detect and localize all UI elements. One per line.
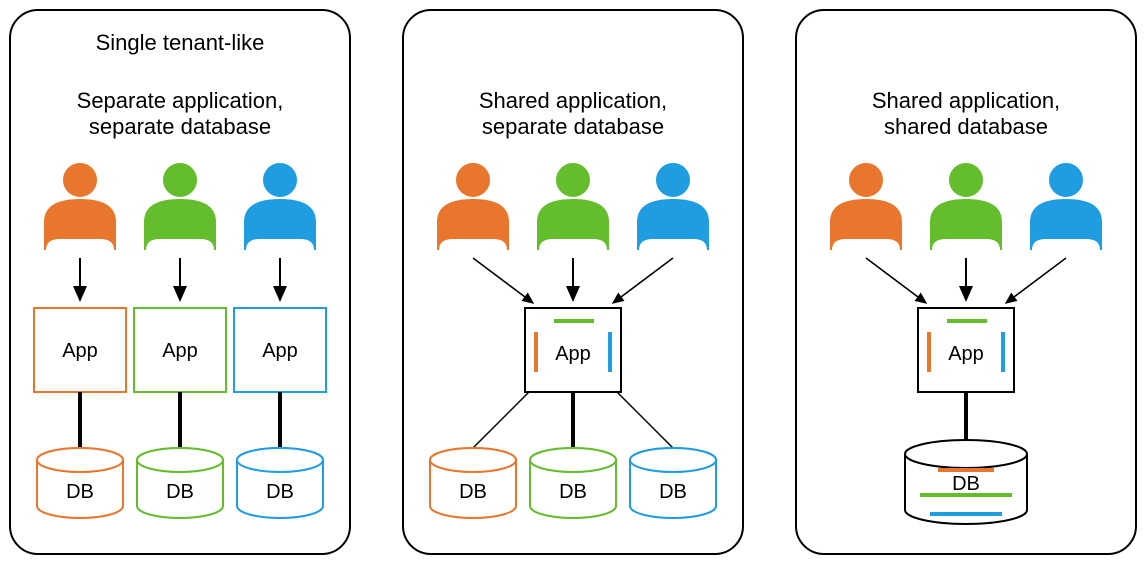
panel-shared-app-separate-db: Shared application, separate database Ap… [403, 10, 743, 554]
db-label: DB [66, 481, 94, 503]
panel1-title3: separate database [89, 114, 271, 139]
person-icon [831, 164, 901, 250]
person-icon [538, 164, 608, 250]
connector-line [617, 392, 673, 448]
db-label: DB [166, 481, 194, 503]
connector-line [473, 392, 529, 448]
person-icon [438, 164, 508, 250]
panel-single-tenant: Single tenant-like Separate application,… [10, 10, 350, 554]
person-icon [245, 164, 315, 250]
person-icon [145, 164, 215, 250]
panel1-title1: Single tenant-like [96, 30, 265, 55]
diagram-svg: Single tenant-like Separate application,… [0, 0, 1146, 564]
person-icon [1031, 164, 1101, 250]
arrow-icon [1006, 258, 1066, 303]
panel1-title2: Separate application, [77, 88, 284, 113]
db-label: DB [559, 481, 587, 503]
panel-shared-app-shared-db: Shared application, shared database App … [796, 10, 1136, 554]
app-label: App [262, 340, 298, 362]
arrow-icon [866, 258, 926, 303]
app-label: App [62, 340, 98, 362]
diagram-canvas: Single tenant-like Separate application,… [0, 0, 1146, 564]
db-label: DB [266, 481, 294, 503]
db-label: DB [952, 473, 980, 495]
panel3-title2: Shared application, [872, 88, 1060, 113]
panel2-title2: Shared application, [479, 88, 667, 113]
arrow-icon [473, 258, 533, 303]
panel3-title3: shared database [884, 114, 1048, 139]
person-icon [638, 164, 708, 250]
person-icon [931, 164, 1001, 250]
arrow-icon [613, 258, 673, 303]
person-icon [45, 164, 115, 250]
panel2-title3: separate database [482, 114, 664, 139]
db-label: DB [459, 481, 487, 503]
app-label: App [555, 343, 591, 365]
db-label: DB [659, 481, 687, 503]
app-label: App [162, 340, 198, 362]
app-label: App [948, 343, 984, 365]
